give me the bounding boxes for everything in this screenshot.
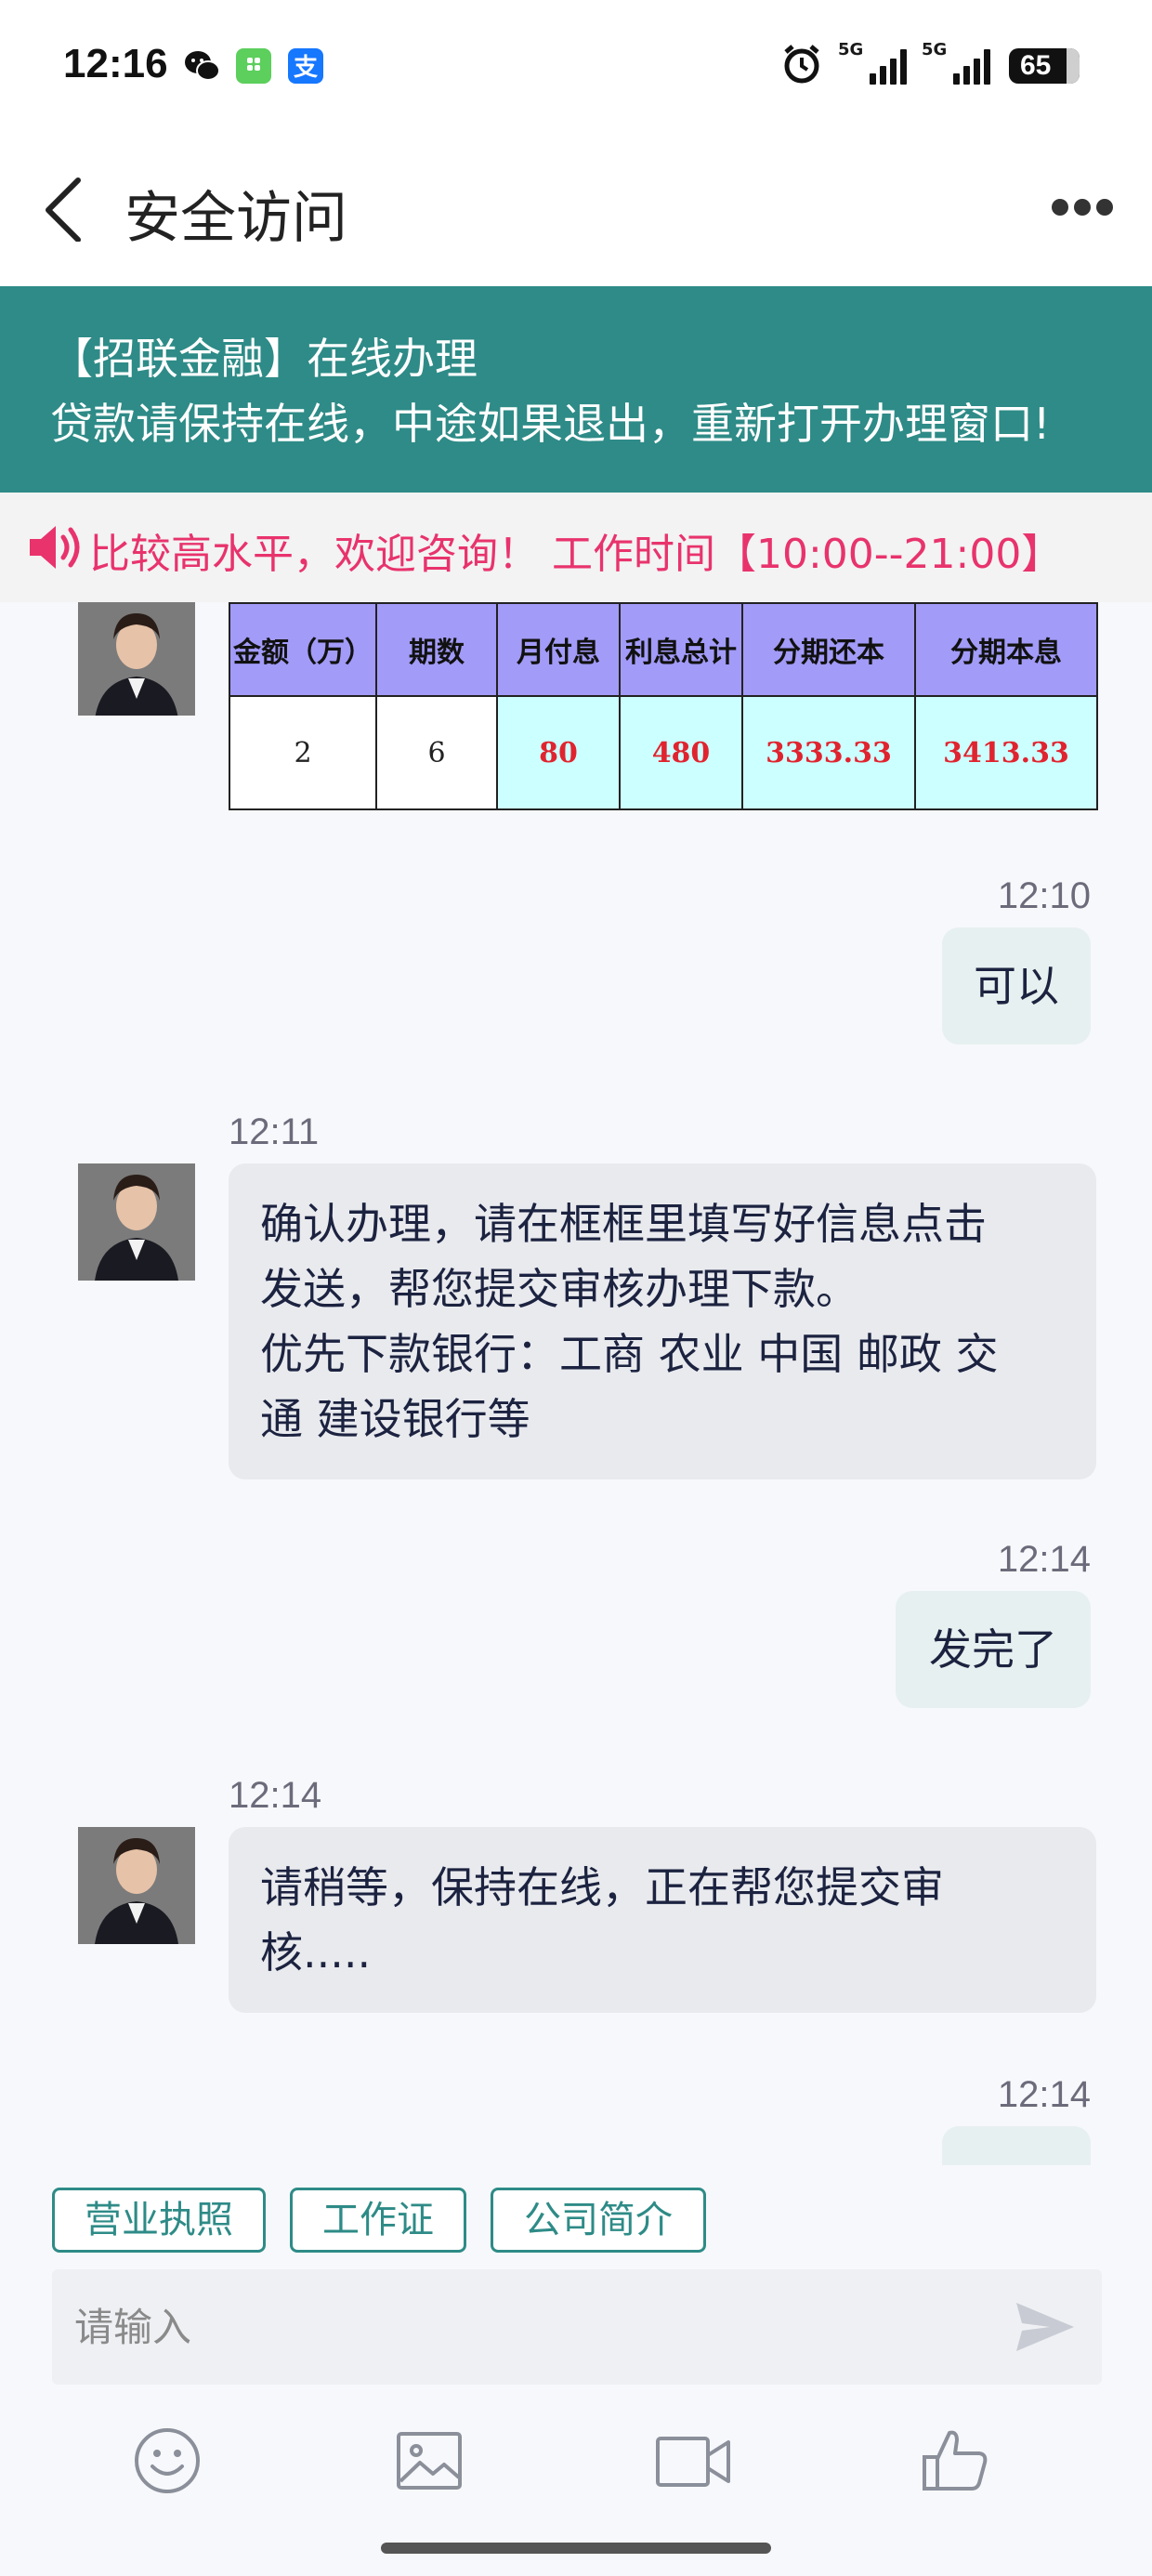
message-line: 确认办理，请在框框里填写好信息点击 [260,1199,987,1249]
work-permit-button[interactable]: 工作证 [290,2188,466,2253]
page-title: 安全访问 [124,186,347,251]
marquee-text: 比较高水平，欢迎咨询！ 工作时间【10:00--21:00】 [89,531,1063,578]
battery-level: 65 [1020,50,1052,81]
emoji-icon[interactable] [132,2425,203,2500]
image-icon[interactable] [394,2425,465,2500]
table-cell: 480 [619,695,743,810]
business-license-button[interactable]: 营业执照 [52,2188,266,2253]
message-time: 12:14 [229,1775,322,1816]
table-cell: 6 [375,695,498,810]
wechat-icon [184,48,220,84]
table-cell: 3413.33 [914,695,1098,810]
chat-area[interactable]: 金额（万） 期数 月付息 利息总计 分期还本 分期本息 2 6 80 480 3… [0,602,1152,2165]
loan-table-header-row: 金额（万） 期数 月付息 利息总计 分期还本 分期本息 [229,602,1098,697]
company-profile-button[interactable]: 公司简介 [491,2188,706,2253]
signal-icon-2: 5G [922,40,990,85]
back-chevron-icon[interactable] [37,175,93,245]
table-cell: 80 [496,695,621,810]
loan-table: 金额（万） 期数 月付息 利息总计 分期还本 分期本息 2 6 80 480 3… [229,602,1098,810]
message-time: 12:14 [997,1539,1091,1580]
nav-bar: 安全访问 [0,139,1152,286]
notice-title: 【招联金融】在线办理 [50,334,478,384]
system-icons: 5G 5G 65 [780,40,1080,91]
send-icon[interactable] [1013,2297,1078,2360]
message-line: 核..... [260,1927,372,1978]
notice-banner: 【招联金融】在线办理 贷款请保持在线，中途如果退出，重新打开办理窗口! [0,286,1152,493]
table-header: 月付息 [496,602,621,697]
home-indicator[interactable] [381,2543,771,2554]
agent-avatar[interactable] [78,602,195,716]
input-row [0,2260,1152,2401]
table-header: 分期还本 [741,602,916,697]
message-bubble-out[interactable]: 发完了 [896,1591,1091,1708]
signal2-label: 5G [922,40,948,59]
bottom-toolbar [0,2401,1152,2576]
signal-icon-1: 5G [838,40,907,85]
svg-text:支: 支 [294,54,318,82]
battery-icon: 65 [1009,48,1080,84]
table-cell: 2 [229,695,377,810]
status-time: 12:16 [63,41,168,86]
message-line: 优先下款银行：工商 农业 中国 邮政 交 [260,1329,999,1379]
message-input[interactable] [52,2269,1102,2385]
message-bubble-in[interactable]: 确认办理，请在框框里填写好信息点击 发送，帮您提交审核办理下款。 优先下款银行：… [229,1163,1096,1479]
table-cell: 3333.33 [741,695,916,810]
speaker-icon [26,520,85,578]
video-icon[interactable] [654,2425,732,2500]
table-header: 分期本息 [914,602,1098,697]
message-line: 通 建设银行等 [260,1394,530,1444]
message-time: 12:14 [997,2074,1091,2115]
table-row: 2 6 80 480 3333.33 3413.33 [229,695,1098,810]
more-options-icon[interactable] [1050,197,1115,221]
thumbs-up-icon[interactable] [920,2425,990,2500]
signal1-label: 5G [838,40,864,59]
alipay-icon: 支 [288,48,323,84]
agent-avatar[interactable] [78,1827,195,1944]
table-header: 利息总计 [619,602,743,697]
announcement-marquee: 比较高水平，欢迎咨询！ 工作时间【10:00--21:00】 [0,493,1152,602]
notice-text: 贷款请保持在线，中途如果退出，重新打开办理窗口! [50,399,1051,449]
message-line: 请稍等，保持在线，正在帮您提交审 [260,1862,944,1912]
message-bubble-out[interactable]: 可以 [942,927,1091,1045]
table-header: 金额（万） [229,602,377,697]
message-line: 发送，帮您提交审核办理下款。 [260,1264,858,1314]
message-time: 12:10 [997,875,1091,916]
quick-actions: 营业执照 工作证 公司简介 [0,2165,1152,2260]
app-grid-icon [236,48,271,84]
message-time: 12:11 [229,1111,320,1152]
alarm-icon [780,43,823,89]
message-bubble-in[interactable]: 请稍等，保持在线，正在帮您提交审 核..... [229,1827,1096,2013]
table-header: 期数 [375,602,498,697]
message-bubble-out[interactable]: 嗯嗯 [942,2126,1091,2165]
status-bar: 12:16 支 5G 5G 65 [0,0,1152,139]
agent-avatar[interactable] [78,1163,195,1281]
